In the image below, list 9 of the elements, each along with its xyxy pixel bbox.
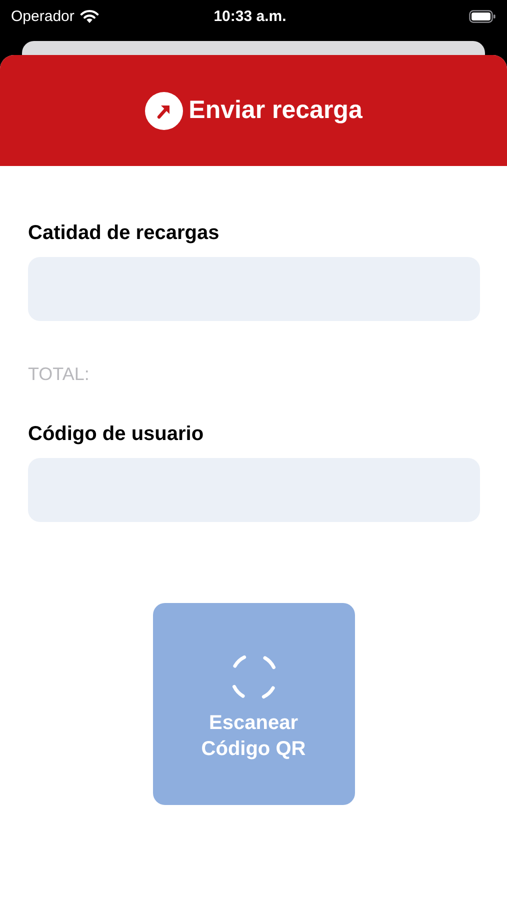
field-label: Código de usuario (28, 423, 204, 446)
wifi-icon (80, 9, 100, 23)
total-label: TOTAL: (28, 364, 90, 385)
field-label: Catidad de recargas (28, 222, 220, 245)
battery-icon (469, 10, 496, 22)
carrier-name: Operador (11, 8, 74, 24)
scan-qr-button[interactable]: Escanear Código QR (152, 603, 354, 805)
status-time: 10:33 a.m. (212, 8, 288, 24)
screen-title: Enviar recarga (188, 96, 362, 125)
